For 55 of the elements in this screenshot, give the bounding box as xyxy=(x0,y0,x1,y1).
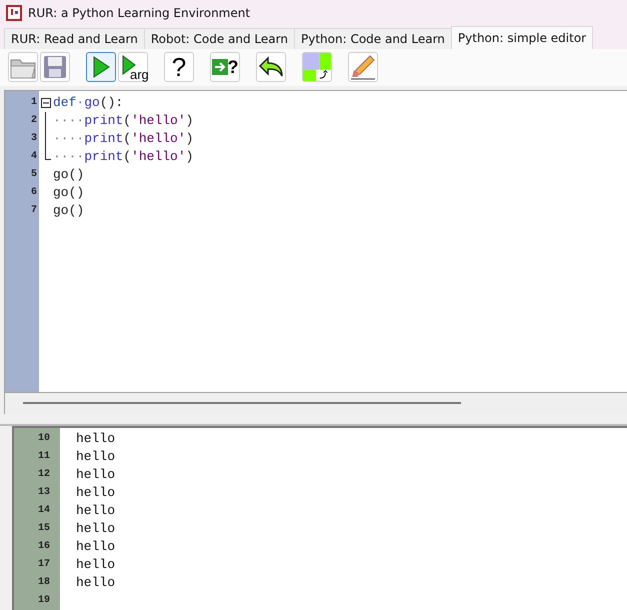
line-number: 19 xyxy=(36,594,51,608)
output-line: hello xyxy=(76,430,116,448)
code-line: ····print('hello') xyxy=(53,148,194,166)
line-number: 1 xyxy=(30,96,38,110)
line-number: 5 xyxy=(30,168,38,182)
tab[interactable]: RUR: Read and Learn xyxy=(4,28,145,49)
code-line: go() xyxy=(53,184,86,202)
line-number: 3 xyxy=(30,132,38,146)
output-line: hello xyxy=(76,574,116,592)
line-number: 17 xyxy=(36,558,51,572)
clear-button[interactable] xyxy=(348,52,378,82)
undo-button[interactable] xyxy=(256,52,286,82)
line-number: 14 xyxy=(36,504,51,518)
code-line: ····print('hello') xyxy=(53,112,194,130)
line-number: 11 xyxy=(36,450,51,464)
line-number: 15 xyxy=(36,522,51,536)
eraser-pencil-icon xyxy=(350,54,376,80)
code-line: ····print('hello') xyxy=(53,130,194,148)
open-button[interactable] xyxy=(8,52,38,82)
line-number: 7 xyxy=(30,204,38,218)
arg-label: arg xyxy=(130,67,149,82)
code-line: go() xyxy=(53,166,86,184)
tab[interactable]: Robot: Code and Learn xyxy=(144,28,295,49)
arrow-in-icon xyxy=(212,59,228,76)
code-line: go() xyxy=(53,202,86,220)
window-title: RUR: a Python Learning Environment xyxy=(28,6,250,20)
tab[interactable]: Python: simple editor xyxy=(450,26,594,49)
horizontal-scrollbar[interactable] xyxy=(4,392,627,414)
output-line: hello xyxy=(76,466,116,484)
help-button[interactable]: ? xyxy=(164,52,194,82)
app-icon xyxy=(6,4,22,21)
play-icon xyxy=(92,56,110,78)
tab[interactable]: Python: Code and Learn xyxy=(294,28,452,49)
output-line: hello xyxy=(76,520,116,538)
undo-arrow-icon xyxy=(258,56,284,78)
line-number: 2 xyxy=(30,114,38,128)
line-number: 13 xyxy=(36,486,51,500)
output-line: hello xyxy=(76,556,116,574)
code-line: def·go(): xyxy=(53,94,124,112)
output-line: hello xyxy=(76,538,116,556)
color-swap-icon xyxy=(303,52,331,82)
input-help-button[interactable]: ? xyxy=(210,52,240,82)
run-with-argument-button[interactable]: arg xyxy=(118,52,148,82)
line-number: 18 xyxy=(36,576,51,590)
line-number: 16 xyxy=(36,540,51,554)
save-button[interactable] xyxy=(40,52,70,82)
output-line: hello xyxy=(76,502,116,520)
line-number: 10 xyxy=(36,432,51,446)
run-button[interactable] xyxy=(86,52,116,82)
output-line: hello xyxy=(76,448,116,466)
line-number: 12 xyxy=(36,468,51,482)
line-number: 4 xyxy=(30,150,38,164)
fold-toggle-icon[interactable] xyxy=(41,98,51,108)
output-line: hello xyxy=(76,484,116,502)
line-number: 6 xyxy=(30,186,38,200)
